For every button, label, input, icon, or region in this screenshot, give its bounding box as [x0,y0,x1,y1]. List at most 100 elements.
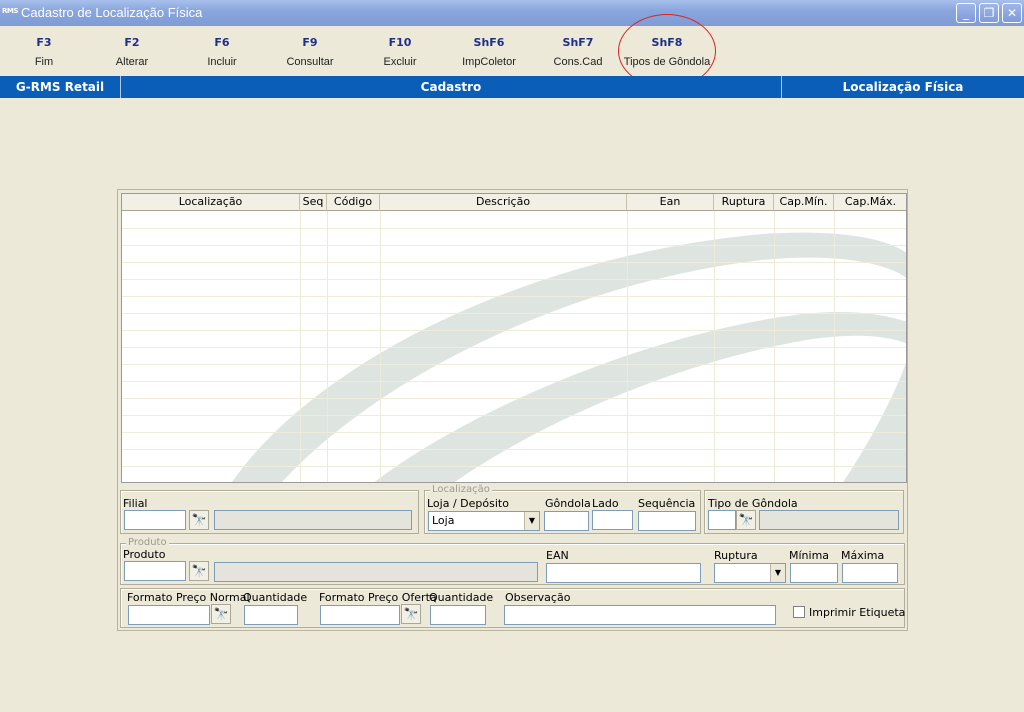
ruptura-select[interactable]: ▼ [714,563,786,583]
loja-deposito-select[interactable]: Loja ▼ [428,511,540,531]
toolbar-button-cons-cad[interactable]: ShF7 Cons.Cad [546,36,610,68]
produto-label: Produto [123,548,166,561]
col-header-ruptura[interactable]: Ruptura [714,194,774,211]
button-label: ImpColetor [462,56,516,68]
formato-oferta-binoculars-icon[interactable]: 🔭 [401,604,421,624]
toolbar-button-alterar[interactable]: F2 Alterar [106,36,158,68]
key-label: ShF6 [473,36,505,49]
maxima-input[interactable] [842,563,898,583]
tipo-gondola-input[interactable] [708,510,736,530]
filial-input[interactable] [124,510,186,530]
minima-input[interactable] [790,563,838,583]
ruptura-label: Ruptura [714,549,758,562]
col-header-seq[interactable]: Seq [300,194,327,211]
key-label: F9 [302,36,318,49]
button-label: Cons.Cad [553,56,603,68]
produto-input[interactable] [124,561,186,581]
watermark-logo [232,232,906,482]
grid-line [122,245,906,246]
chevron-down-icon[interactable]: ▼ [524,512,539,530]
loja-deposito-value: Loja [432,514,455,527]
button-label: Alterar [115,56,149,68]
localizacao-legend: Localização [430,484,492,495]
grid-line [122,415,906,416]
grid-line [122,347,906,348]
close-button[interactable]: ✕ [1002,3,1022,23]
grid-line [122,228,906,229]
imprimir-etiqueta-checkbox[interactable] [793,606,805,618]
formato-oferta-label: Formato Preço Oferta [319,591,437,604]
formato-normal-label: Formato Preço Normal [127,591,250,604]
gondola-input[interactable] [544,511,589,531]
formato-normal-binoculars-icon[interactable]: 🔭 [211,604,231,624]
observacao-label: Observação [505,591,571,604]
localizacao-grid[interactable]: Localização Seq Código Descrição Ean Rup… [121,193,907,483]
filial-search-binoculars-icon[interactable]: 🔭 [189,510,209,530]
quantidade-oferta-input[interactable] [430,605,486,625]
ean-input[interactable] [546,563,701,583]
col-header-codigo[interactable]: Código [327,194,380,211]
button-label: Excluir [383,56,417,68]
toolbar-button-incluir[interactable]: F6 Incluir [196,36,248,68]
formato-normal-input[interactable] [128,605,210,625]
tipo-gondola-label: Tipo de Gôndola [708,497,798,510]
col-header-localizacao[interactable]: Localização [122,194,300,211]
button-label: Fim [34,56,54,68]
maxima-label: Máxima [841,549,885,562]
gondola-label: Gôndola [545,497,591,510]
key-label: ShF7 [562,36,594,49]
button-label: Incluir [207,56,237,68]
grid-line [122,279,906,280]
quantidade-label-2: Quantidade [429,591,494,604]
header-system-name: G-RMS Retail [15,80,105,94]
window-title: Cadastro de Localização Física [21,5,203,20]
header-screen-name: Localização Física [842,80,964,94]
key-label: F6 [214,36,230,49]
col-header-cap-max[interactable]: Cap.Máx. [834,194,906,211]
produto-legend: Produto [126,537,169,548]
grid-line [122,313,906,314]
filial-label: Filial [123,497,148,510]
ean-label: EAN [546,549,569,562]
tipo-gondola-description-field [759,510,899,530]
grid-line [122,432,906,433]
toolbar-button-impcoletor[interactable]: ShF6 ImpColetor [456,36,522,68]
key-label: F3 [36,36,52,49]
grid-line [122,449,906,450]
grid-line [122,466,906,467]
col-header-ean[interactable]: Ean [627,194,714,211]
module-header-bar: G-RMS Retail Cadastro Localização Física [0,76,1024,98]
tipo-gondola-binoculars-icon[interactable]: 🔭 [736,510,756,530]
toolbar-button-fim[interactable]: F3 Fim [18,36,70,68]
grid-line [122,330,906,331]
minimize-button[interactable]: _ [956,3,976,23]
button-label: Consultar [286,56,334,68]
key-label: F10 [388,36,412,49]
toolbar-button-consultar[interactable]: F9 Consultar [280,36,340,68]
grid-line [122,398,906,399]
lado-input[interactable] [592,510,633,530]
header-section: Cadastro [420,80,482,94]
imprimir-etiqueta-label: Imprimir Etiqueta [809,606,906,619]
produto-binoculars-icon[interactable]: 🔭 [189,561,209,581]
app-icon: RMS [2,7,18,15]
grid-line [122,296,906,297]
formato-oferta-input[interactable] [320,605,400,625]
quantidade-normal-input[interactable] [244,605,298,625]
lado-label: Lado [592,497,619,510]
function-key-toolbar: F3 Fim F2 Alterar F6 Incluir F9 Consulta… [0,26,1024,74]
grid-line [122,364,906,365]
grid-line [122,262,906,263]
key-label: F2 [124,36,140,49]
observacao-input[interactable] [504,605,776,625]
chevron-down-icon[interactable]: ▼ [770,564,785,582]
title-bar: RMS Cadastro de Localização Física _ ❐ ✕ [0,0,1024,26]
sequencia-input[interactable] [638,511,696,531]
produto-description-field [214,562,538,582]
restore-button[interactable]: ❐ [979,3,999,23]
toolbar-button-excluir[interactable]: F10 Excluir [372,36,428,68]
grid-line [122,381,906,382]
sequencia-label: Sequência [638,497,696,510]
col-header-cap-min[interactable]: Cap.Mín. [774,194,834,211]
col-header-descricao[interactable]: Descrição [380,194,627,211]
